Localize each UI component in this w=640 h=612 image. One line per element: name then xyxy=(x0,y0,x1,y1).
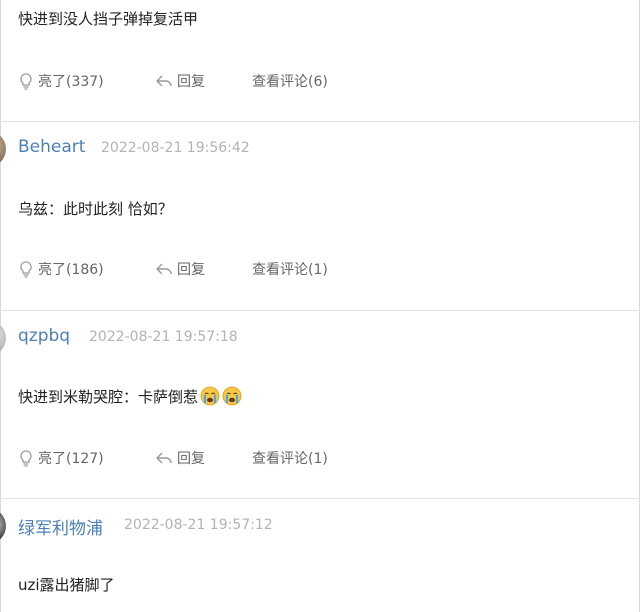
comment-actions: 亮了(127) 回复 查看评论(1) xyxy=(18,446,418,470)
lightbulb-icon xyxy=(20,73,32,90)
like-button[interactable]: 亮了(337) xyxy=(18,69,104,93)
view-comments-link[interactable]: 查看评论(6) xyxy=(252,69,328,93)
reply-label: 回复 xyxy=(177,74,205,90)
reply-arrow-icon xyxy=(156,75,172,87)
like-button[interactable]: 亮了(127) xyxy=(18,446,104,470)
username[interactable]: 绿军利物浦 xyxy=(18,514,103,539)
lightbulb-icon xyxy=(20,450,32,467)
timestamp: 2022-08-21 19:57:18 xyxy=(89,329,238,345)
comment-content: 快进到米勒哭腔：卡萨倒惹 xyxy=(18,386,242,410)
like-label: 亮了(127) xyxy=(38,451,104,467)
view-comments-label: 查看评论(6) xyxy=(252,74,328,90)
loudly-crying-face-icon xyxy=(200,386,220,410)
view-comments-link[interactable]: 查看评论(1) xyxy=(252,446,328,470)
reply-button[interactable]: 回复 xyxy=(155,257,205,281)
like-label: 亮了(337) xyxy=(38,74,104,90)
comment-actions: 亮了(186) 回复 查看评论(1) xyxy=(18,257,418,281)
view-comments-link[interactable]: 查看评论(1) xyxy=(252,257,328,281)
reply-label: 回复 xyxy=(177,262,205,278)
comment-divider xyxy=(0,121,640,122)
comment-actions: 亮了(337) 回复 查看评论(6) xyxy=(18,69,418,93)
comment-content: uzi露出猪脚了 xyxy=(18,576,115,594)
timestamp: 2022-08-21 19:56:42 xyxy=(101,140,250,156)
reply-arrow-icon xyxy=(156,263,172,275)
view-comments-label: 查看评论(1) xyxy=(252,262,328,278)
comment-divider xyxy=(0,498,640,499)
lightbulb-icon xyxy=(20,261,32,278)
username[interactable]: Beheart xyxy=(18,137,85,157)
comment-content: 乌兹：此时此刻 恰如？ xyxy=(18,200,173,218)
username[interactable]: qzpbq xyxy=(18,326,70,346)
comment-content: 快进到没人挡子弹掉复活甲 xyxy=(18,10,199,28)
loudly-crying-face-icon xyxy=(222,386,242,410)
reply-arrow-icon xyxy=(156,452,172,464)
timestamp: 2022-08-21 19:57:12 xyxy=(124,517,273,533)
comment-divider xyxy=(0,310,640,311)
like-button[interactable]: 亮了(186) xyxy=(18,257,104,281)
reply-button[interactable]: 回复 xyxy=(155,69,205,93)
reply-button[interactable]: 回复 xyxy=(155,446,205,470)
comment-text: 快进到米勒哭腔：卡萨倒惹 xyxy=(18,388,199,406)
view-comments-label: 查看评论(1) xyxy=(252,451,328,467)
reply-label: 回复 xyxy=(177,451,205,467)
like-label: 亮了(186) xyxy=(38,262,104,278)
